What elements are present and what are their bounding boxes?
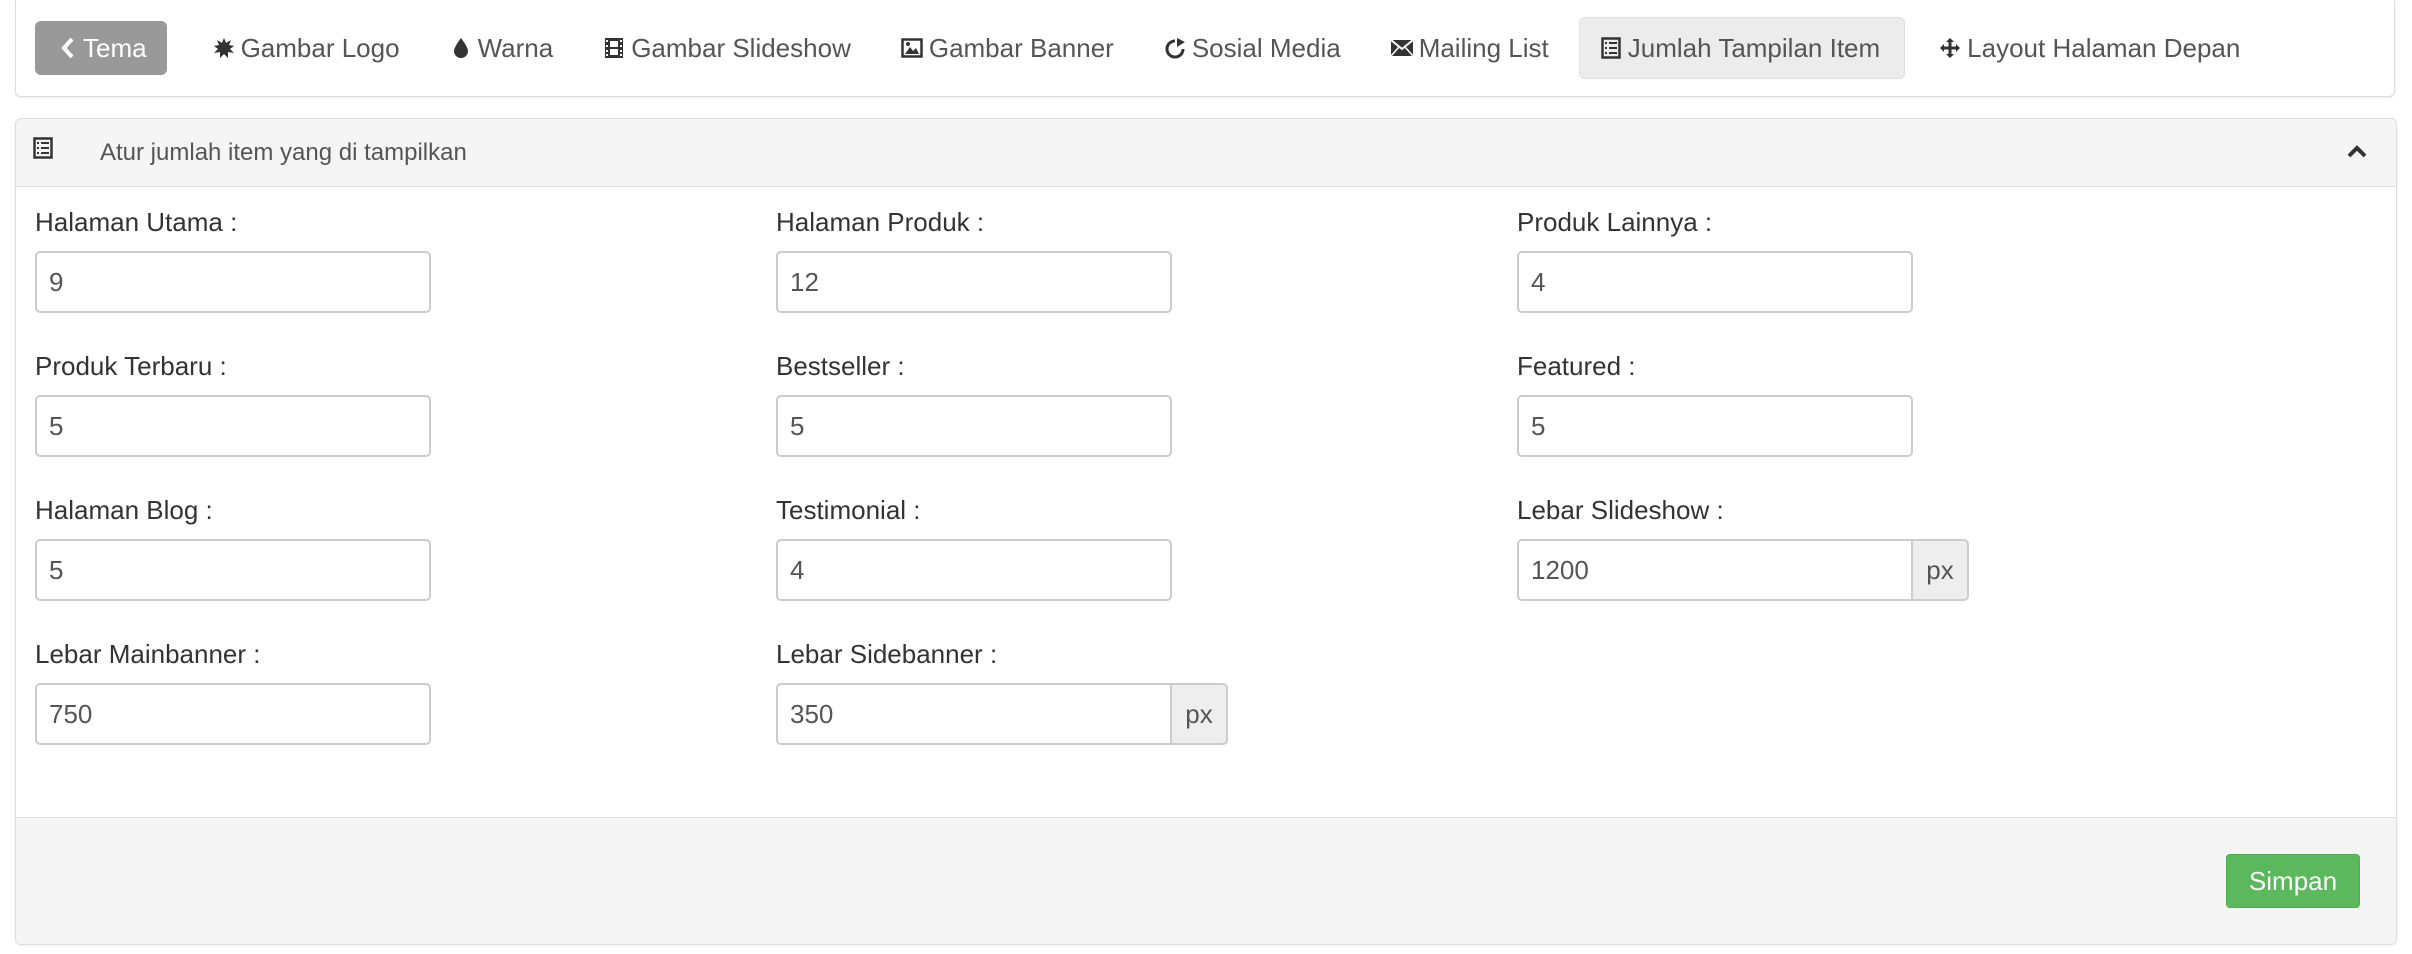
tab-label: Layout Halaman Depan — [1967, 32, 2241, 63]
produk-terbaru-label: Produk Terbaru : — [35, 351, 227, 381]
save-button[interactable]: Simpan — [2226, 854, 2360, 908]
lebar-sidebanner-label: Lebar Sidebanner : — [776, 639, 998, 669]
list-alt-icon — [1594, 33, 1628, 63]
lebar-mainbanner-label: Lebar Mainbanner : — [35, 639, 261, 669]
tint-icon — [444, 33, 478, 63]
produk-terbaru-input[interactable] — [35, 395, 431, 457]
halaman-produk-input[interactable] — [776, 251, 1172, 313]
lebar-slideshow-input[interactable] — [1517, 539, 1913, 601]
tab-layout-halaman-depan[interactable]: Layout Halaman Depan — [1919, 21, 2256, 75]
move-icon — [1933, 33, 1967, 63]
halaman-blog-label: Halaman Blog : — [35, 495, 213, 525]
produk-lainnya-label: Produk Lainnya : — [1517, 207, 1713, 237]
testimonial-label: Testimonial : — [776, 495, 921, 525]
film-icon — [597, 33, 631, 63]
tab-label: Jumlah Tampilan Item — [1627, 32, 1881, 63]
panel-title: Atur jumlah item yang di tampilkan — [100, 139, 467, 166]
list-alt-icon — [32, 137, 62, 167]
halaman-produk-label: Halaman Produk : — [776, 207, 985, 237]
tab-label: Gambar Slideshow — [631, 32, 851, 63]
tab-jumlah-tampilan-item[interactable]: Jumlah Tampilan Item — [1578, 17, 1906, 79]
testimonial-input[interactable] — [776, 539, 1172, 601]
px-unit-addon: px — [1172, 683, 1228, 745]
halaman-utama-input[interactable] — [35, 251, 431, 313]
tab-label: Gambar Banner — [928, 32, 1114, 63]
featured-input[interactable] — [1517, 395, 1913, 457]
tab-label: Tema — [83, 32, 147, 63]
tab-warna[interactable]: Warna — [430, 21, 570, 75]
tab-tema-back[interactable]: Tema — [35, 21, 167, 75]
certificate-icon — [207, 33, 241, 63]
tab-sosial-media[interactable]: Sosial Media — [1144, 21, 1357, 75]
bestseller-label: Bestseller : — [776, 351, 905, 381]
item-count-panel: Atur jumlah item yang di tampilkan Halam… — [15, 118, 2397, 945]
chevron-up-icon[interactable] — [2344, 139, 2370, 165]
tab-label: Warna — [477, 32, 554, 63]
halaman-blog-input[interactable] — [35, 539, 431, 601]
lebar-sidebanner-input[interactable] — [776, 683, 1172, 745]
panel-header: Atur jumlah item yang di tampilkan — [16, 119, 2396, 187]
bestseller-input[interactable] — [776, 395, 1172, 457]
picture-icon — [895, 33, 929, 63]
share-icon — [1158, 33, 1192, 63]
lebar-slideshow-label: Lebar Slideshow : — [1517, 495, 1724, 525]
tab-label: Mailing List — [1418, 32, 1549, 63]
settings-nav: Tema Gambar Logo Warna Gambar Slideshow … — [35, 17, 2256, 79]
lebar-mainbanner-input[interactable] — [35, 683, 431, 745]
settings-tabs-panel: Tema Gambar Logo Warna Gambar Slideshow … — [15, 0, 2395, 97]
tab-mailing-list[interactable]: Mailing List — [1371, 21, 1565, 75]
tab-gambar-banner[interactable]: Gambar Banner — [881, 21, 1130, 75]
tab-gambar-logo[interactable]: Gambar Logo — [193, 21, 416, 75]
px-unit-addon: px — [1913, 539, 1969, 601]
produk-lainnya-input[interactable] — [1517, 251, 1913, 313]
chevron-left-icon — [53, 33, 83, 63]
halaman-utama-label: Halaman Utama : — [35, 207, 238, 237]
panel-footer: Simpan — [16, 817, 2396, 944]
featured-label: Featured : — [1517, 351, 1636, 381]
tab-label: Gambar Logo — [240, 32, 400, 63]
tab-gambar-slideshow[interactable]: Gambar Slideshow — [583, 21, 867, 75]
tab-label: Sosial Media — [1191, 32, 1341, 63]
envelope-icon — [1385, 33, 1419, 63]
